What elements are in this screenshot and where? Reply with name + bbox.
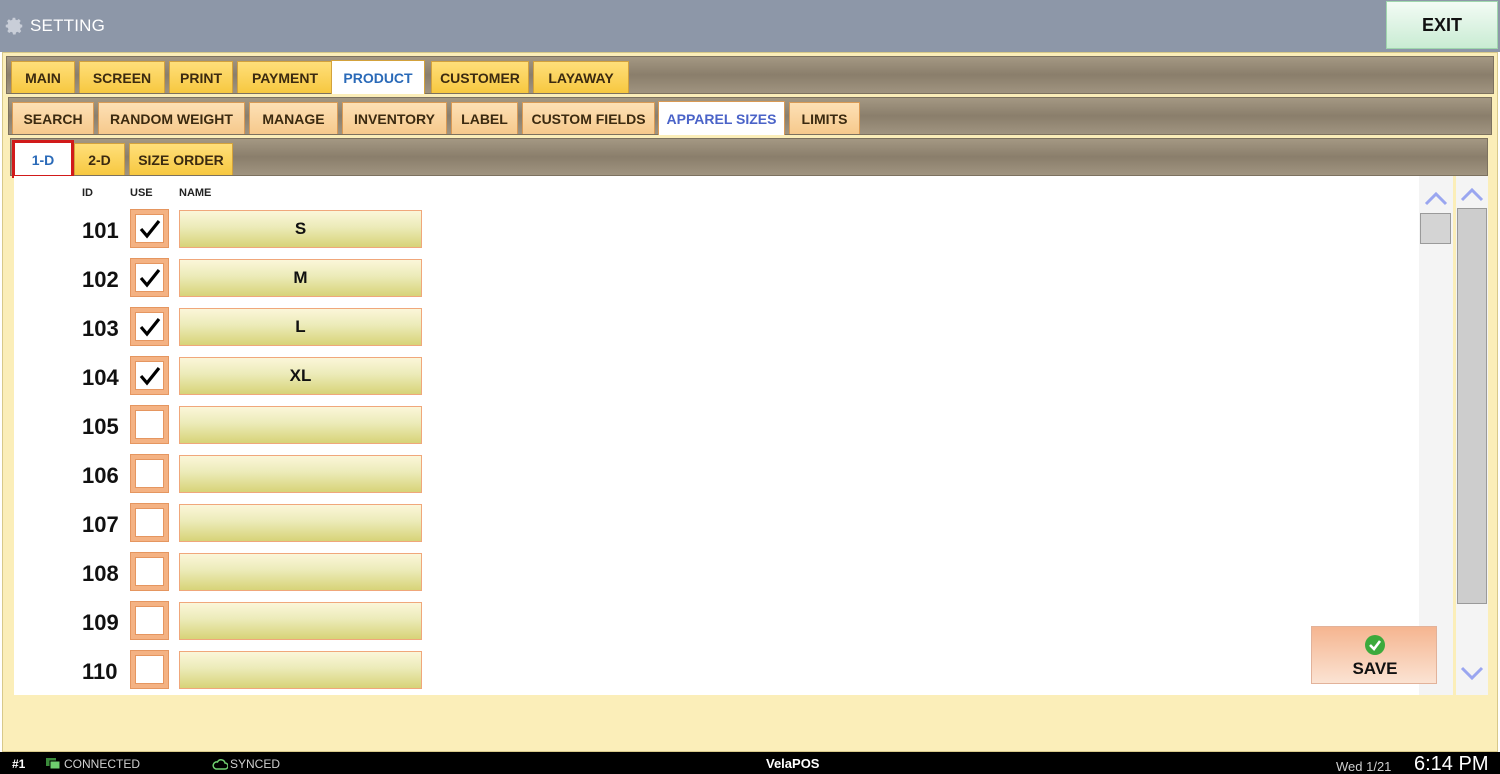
checkbox-box [135, 459, 164, 488]
size-name-button[interactable] [179, 651, 422, 689]
connection-status: CONNECTED [64, 757, 141, 771]
tab-screen[interactable]: SCREEN [79, 61, 165, 93]
size-id: 107 [82, 512, 119, 537]
use-checkbox[interactable] [130, 405, 169, 444]
app-name: VelaPOS [766, 756, 820, 771]
tab-payment[interactable]: PAYMENT [237, 61, 333, 93]
tab-inventory[interactable]: INVENTORY [342, 102, 447, 134]
tab-manage[interactable]: MANAGE [249, 102, 338, 134]
check-circle-icon [1365, 635, 1385, 655]
size-name-button[interactable] [179, 602, 422, 640]
cloud-icon [212, 759, 228, 770]
use-checkbox[interactable] [130, 258, 169, 297]
tab-main[interactable]: MAIN [11, 61, 75, 93]
checkmark-icon [139, 219, 160, 239]
checkbox-box [135, 655, 164, 684]
tab-label[interactable]: LABEL [451, 102, 518, 134]
window-title: SETTING [30, 16, 106, 35]
size-name-button[interactable] [179, 504, 422, 542]
tab-random-weight[interactable]: RANDOM WEIGHT [98, 102, 245, 134]
tab-product[interactable]: PRODUCT [331, 60, 425, 94]
terminal-number: #1 [12, 757, 26, 771]
page-scroll-thumb[interactable] [1457, 208, 1487, 604]
use-checkbox[interactable] [130, 601, 169, 640]
sync-status: SYNCED [230, 757, 281, 771]
checkmark-icon [139, 268, 160, 288]
size-name-button[interactable]: S [179, 210, 422, 248]
size-id: 101 [82, 218, 119, 243]
use-checkbox[interactable] [130, 503, 169, 542]
size-name-button[interactable] [179, 406, 422, 444]
use-checkbox[interactable] [130, 356, 169, 395]
tab-customer[interactable]: CUSTOMER [431, 61, 529, 93]
status-date: Wed 1/21 [1336, 759, 1392, 774]
network-icon [46, 758, 61, 770]
size-id: 106 [82, 463, 119, 488]
size-id: 102 [82, 267, 119, 292]
checkbox-box [135, 263, 164, 292]
status-time: 6:14 PM [1414, 753, 1489, 774]
title-bar: SETTING [0, 0, 1500, 52]
checkbox-box [135, 410, 164, 439]
list-scrollbar[interactable] [1419, 176, 1453, 695]
column-header-id: ID [82, 187, 93, 199]
use-checkbox[interactable] [130, 454, 169, 493]
size-id: 110 [82, 659, 118, 684]
chevron-up-icon[interactable] [1460, 186, 1484, 202]
tab-print[interactable]: PRINT [169, 61, 233, 93]
checkmark-icon [139, 366, 160, 386]
column-header-use: USE [130, 187, 153, 199]
checkbox-box [135, 361, 164, 390]
size-id: 108 [82, 561, 119, 586]
size-name-button[interactable]: XL [179, 357, 422, 395]
use-checkbox[interactable] [130, 650, 169, 689]
tab-search[interactable]: SEARCH [12, 102, 94, 134]
tab-apparel-sizes[interactable]: APPAREL SIZES [658, 101, 785, 135]
size-id: 103 [82, 316, 119, 341]
save-label: SAVE [1352, 659, 1398, 678]
exit-button[interactable]: EXIT [1386, 1, 1498, 49]
save-button[interactable]: SAVE [1311, 626, 1437, 684]
use-checkbox[interactable] [130, 209, 169, 248]
tab-size-order[interactable]: SIZE ORDER [129, 143, 233, 175]
use-checkbox[interactable] [130, 552, 169, 591]
sizes-tab-bar: 1-D 2-D SIZE ORDER [10, 138, 1488, 178]
product-tab-bar: SEARCH RANDOM WEIGHT MANAGE INVENTORY LA… [8, 97, 1492, 135]
page-scrollbar[interactable] [1456, 176, 1488, 695]
size-id: 105 [82, 414, 119, 439]
tab-2d[interactable]: 2-D [74, 143, 125, 175]
checkbox-box [135, 508, 164, 537]
chevron-down-icon[interactable] [1460, 666, 1484, 682]
size-id: 109 [82, 610, 119, 635]
tab-custom-fields[interactable]: CUSTOM FIELDS [522, 102, 655, 134]
main-tab-bar: MAIN SCREEN PRINT PAYMENT PRODUCT CUSTOM… [6, 56, 1494, 94]
tab-limits[interactable]: LIMITS [789, 102, 860, 134]
tab-1d[interactable]: 1-D [12, 140, 74, 178]
checkbox-box [135, 606, 164, 635]
status-bar: #1 CONNECTED SYNCED VelaPOS Wed 1/21 6:1… [0, 752, 1500, 774]
list-scroll-thumb[interactable] [1420, 213, 1451, 244]
tab-layaway[interactable]: LAYAWAY [533, 61, 629, 93]
checkbox-box [135, 312, 164, 341]
size-name-button[interactable]: M [179, 259, 422, 297]
size-name-button[interactable] [179, 455, 422, 493]
checkbox-box [135, 214, 164, 243]
size-name-button[interactable]: L [179, 308, 422, 346]
size-id: 104 [82, 365, 119, 390]
checkmark-icon [139, 317, 160, 337]
checkbox-box [135, 557, 164, 586]
use-checkbox[interactable] [130, 307, 169, 346]
column-header-name: NAME [179, 187, 212, 199]
chevron-up-icon[interactable] [1424, 190, 1448, 206]
size-name-button[interactable] [179, 553, 422, 591]
gear-icon [5, 17, 23, 35]
